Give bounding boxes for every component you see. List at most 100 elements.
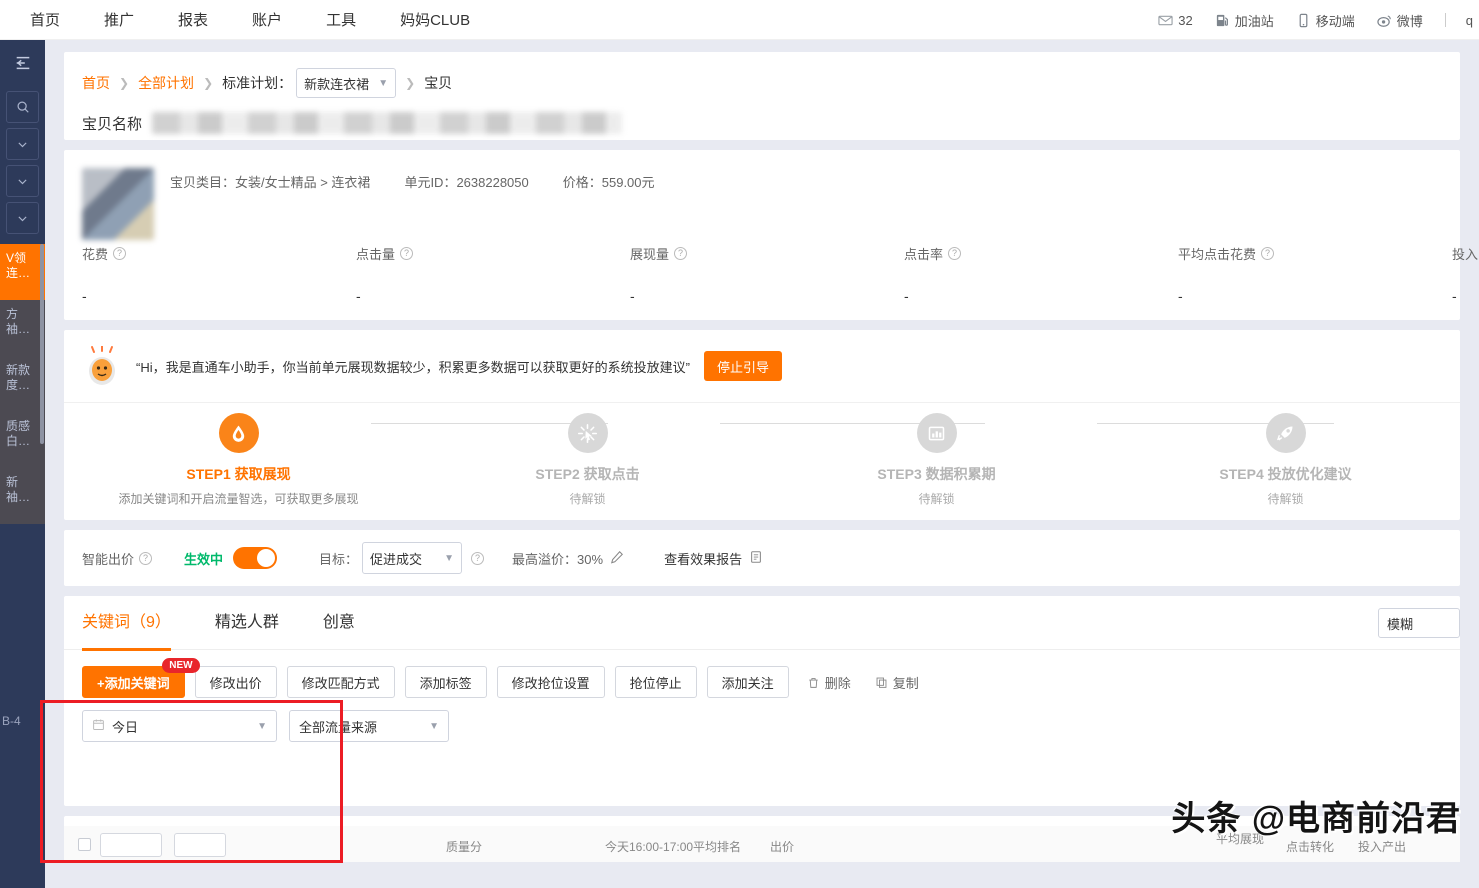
help-icon[interactable]: ? xyxy=(1261,247,1275,260)
step-circle xyxy=(1265,413,1306,453)
sidebar-item-3[interactable]: 质感 白… xyxy=(0,412,45,468)
sidebar-scrollbar[interactable] xyxy=(40,244,44,444)
sidebar-collapse-button[interactable] xyxy=(0,40,45,86)
smart-bidding-card: 智能出价 ? 生效中 目标： 促进成交 ▼ ? 最高溢价：30% 查看效果报告 xyxy=(64,530,1460,586)
keyword-table: 质量分 今天16:00-17:00平均排名 出价 平均展现 点击转化 投入产出 xyxy=(64,816,1460,862)
step-title: STEP2 获取点击 xyxy=(535,466,640,482)
breadcrumb-home[interactable]: 首页 xyxy=(82,73,110,93)
table-header-avg-rank[interactable]: 今天16:00-17:00平均排名 xyxy=(605,838,741,855)
metric-value-primary: - xyxy=(82,288,87,304)
table-header-bid[interactable]: 出价 xyxy=(770,838,794,855)
add-follow-button[interactable]: 添加关注 xyxy=(706,666,789,698)
nav-item-mama-club[interactable]: 妈妈CLUB xyxy=(400,9,470,30)
breadcrumb-separator: ❯ xyxy=(119,76,130,90)
table-header-avg-impressions[interactable]: 平均展现 xyxy=(1216,833,1264,846)
mobile-icon xyxy=(1296,13,1311,28)
breadcrumb-separator: ❯ xyxy=(405,76,416,90)
copy-button[interactable]: 复制 xyxy=(875,673,919,692)
step-2[interactable]: STEP2 获取点击 待解锁 xyxy=(413,413,762,507)
help-icon[interactable]: ? xyxy=(400,247,414,260)
step-4[interactable]: STEP4 投放优化建议 待解锁 xyxy=(1111,413,1460,507)
report-icon[interactable] xyxy=(749,550,763,567)
tab-creative[interactable]: 创意 xyxy=(323,596,355,650)
tab-audience[interactable]: 精选人群 xyxy=(215,596,279,650)
table-header-quality-score[interactable]: 质量分 xyxy=(446,838,482,855)
add-keyword-button[interactable]: +添加关键词 NEW xyxy=(82,658,200,698)
sidebar-item-0[interactable]: V领 连… xyxy=(0,244,45,300)
help-icon[interactable]: ? xyxy=(674,247,688,260)
sidebar-item-2[interactable]: 新款 度… xyxy=(0,356,45,412)
metric-label: 投入 xyxy=(1452,247,1479,262)
nav-item-home[interactable]: 首页 xyxy=(30,9,60,30)
tab-keywords[interactable]: 关键词（9） xyxy=(82,596,171,651)
step-circle xyxy=(916,413,957,453)
top-navigation-bar: 首页 推广 报表 账户 工具 妈妈CLUB 32 加油站 移动端 微博 q xyxy=(0,0,1479,40)
metric-roi: 投入 - - xyxy=(1452,244,1479,338)
stop-guide-button[interactable]: 停止引导 xyxy=(703,351,782,381)
nav-item-reports[interactable]: 报表 xyxy=(178,9,208,30)
plan-select[interactable]: 新款连衣裙 ▼ xyxy=(296,68,397,98)
step-subtitle: 添加关键词和开启流量智选，可获取更多展现 xyxy=(118,492,359,506)
table-header-roi[interactable]: 投入产出 xyxy=(1358,838,1406,855)
gas-station-label: 加油站 xyxy=(1234,13,1274,29)
add-tag-button[interactable]: 添加标签 xyxy=(404,666,487,698)
step-1[interactable]: STEP1 获取展现 添加关键词和开启流量智选，可获取更多展现 xyxy=(64,413,413,507)
nav-item-promotion[interactable]: 推广 xyxy=(104,9,134,30)
product-unit-id: 单元ID：2638228050 xyxy=(404,175,529,190)
tab-bar: 关键词（9） 精选人群 创意 模糊 xyxy=(64,596,1460,651)
stop-position-button[interactable]: 抢位停止 xyxy=(614,666,697,698)
mail-icon xyxy=(1158,13,1173,28)
sidebar-campaign-list: V领 连… 方 袖… 新款 度… 质感 白… 新 袖… xyxy=(0,244,45,524)
keyword-filter-input[interactable] xyxy=(174,833,226,857)
chevron-down-icon xyxy=(18,215,27,221)
nav-item-account[interactable]: 账户 xyxy=(252,9,282,30)
sidebar-search-button[interactable] xyxy=(6,91,39,123)
user-menu[interactable]: q xyxy=(1466,13,1473,28)
table-header-row: 质量分 今天16:00-17:00平均排名 出价 平均展现 点击转化 投入产出 xyxy=(64,826,1460,862)
breadcrumb: 首页 ❯ 全部计划 ❯ 标准计划： 新款连衣裙 ▼ ❯ 宝贝 xyxy=(64,52,1460,98)
modify-bid-button[interactable]: 修改出价 xyxy=(194,666,277,698)
gas-station-link[interactable]: 加油站 xyxy=(1215,11,1274,30)
mobile-link[interactable]: 移动端 xyxy=(1296,11,1355,30)
modify-match-type-button[interactable]: 修改匹配方式 xyxy=(286,666,395,698)
keyword-search-input[interactable] xyxy=(100,833,162,857)
step-3[interactable]: STEP3 数据积累期 待解锁 xyxy=(762,413,1111,507)
sidebar-filter-3[interactable] xyxy=(6,202,39,234)
step-subtitle: 待解锁 xyxy=(918,492,955,506)
keywords-panel: 关键词（9） 精选人群 创意 模糊 +添加关键词 NEW 修改出价 修改匹配方式… xyxy=(64,596,1460,806)
nav-item-tools[interactable]: 工具 xyxy=(326,9,356,30)
assistant-avatar-icon xyxy=(82,345,122,386)
goal-select[interactable]: 促进成交 ▼ xyxy=(362,542,463,574)
match-type-select[interactable]: 模糊 xyxy=(1378,608,1460,638)
copy-icon xyxy=(876,677,887,688)
plan-select-value: 新款连衣裙 xyxy=(304,76,370,92)
help-icon[interactable]: ? xyxy=(948,247,962,260)
help-icon[interactable]: ? xyxy=(139,551,153,565)
select-all-checkbox[interactable] xyxy=(78,838,91,851)
top-nav-utilities: 32 加油站 移动端 微博 q xyxy=(1158,0,1479,40)
top-nav-items: 首页 推广 报表 账户 工具 妈妈CLUB xyxy=(30,9,514,30)
sidebar-item-4[interactable]: 新 袖… xyxy=(0,468,45,524)
sidebar-filter-1[interactable] xyxy=(6,128,39,160)
date-filter-select[interactable]: 今日 ▼ xyxy=(82,710,277,742)
chevron-down-icon: ▼ xyxy=(257,720,267,732)
steps-progress: STEP1 获取展现 添加关键词和开启流量智选，可获取更多展现 STEP2 获取… xyxy=(64,403,1460,521)
edit-premium-icon[interactable] xyxy=(610,550,624,567)
view-report-link[interactable]: 查看效果报告 xyxy=(664,549,742,568)
delete-button[interactable]: 删除 xyxy=(807,673,851,692)
step-title: STEP1 获取展现 xyxy=(186,466,291,482)
product-thumbnail[interactable] xyxy=(82,168,154,240)
sidebar-item-1[interactable]: 方 袖… xyxy=(0,300,45,356)
help-icon[interactable]: ? xyxy=(471,551,485,565)
sidebar-filter-2[interactable] xyxy=(6,165,39,197)
help-icon[interactable]: ? xyxy=(113,247,127,260)
smart-bid-toggle[interactable] xyxy=(233,547,278,569)
message-count[interactable]: 32 xyxy=(1158,13,1193,28)
table-header-click-conversion[interactable]: 点击转化 xyxy=(1286,838,1334,855)
modify-position-settings-button[interactable]: 修改抢位设置 xyxy=(496,666,605,698)
traffic-source-select[interactable]: 全部流量来源 ▼ xyxy=(289,710,449,742)
breadcrumb-all-plans[interactable]: 全部计划 xyxy=(138,73,194,93)
breadcrumb-separator: ❯ xyxy=(203,76,214,90)
metric-ctr: 点击率? - - xyxy=(904,244,1178,338)
weibo-link[interactable]: 微博 xyxy=(1377,11,1423,30)
